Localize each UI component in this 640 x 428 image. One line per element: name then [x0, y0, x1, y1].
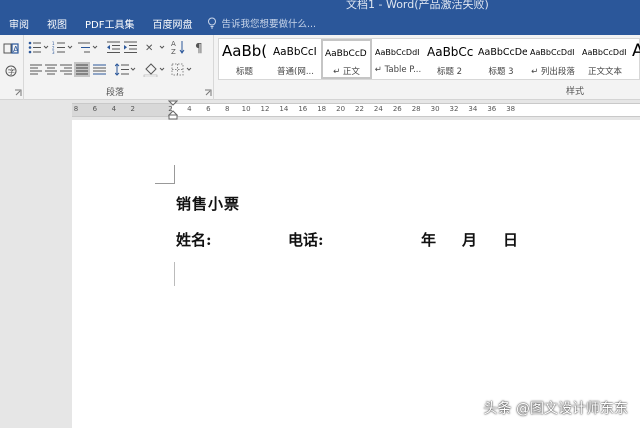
ruler-number: 24 — [373, 105, 383, 113]
align-center-icon[interactable] — [45, 64, 57, 75]
ruler-number: 32 — [449, 105, 459, 113]
ruler-number: 28 — [411, 105, 421, 113]
document-page[interactable] — [72, 120, 640, 428]
style-normal-web[interactable]: AaBbCcI 普通(网... — [270, 39, 321, 79]
distributed-icon[interactable] — [93, 64, 106, 75]
sort-icon[interactable]: A Z — [171, 39, 187, 55]
ruler-left-margin — [72, 104, 172, 116]
styles-gallery: AaBb( 标题 AaBbCcI 普通(网... AaBbCcD ↵ 正文 Aa… — [218, 38, 640, 80]
ruler-number: 20 — [336, 105, 346, 113]
paragraph-group: 1 2 3 ✕ A Z ¶ 段落 — [24, 35, 214, 100]
chinese-layout-icon[interactable]: ✕ — [145, 40, 167, 54]
svg-text:A: A — [13, 45, 19, 54]
horizontal-ruler[interactable]: 8 6 4 2 2 4 6 8 10 12 14 16 18 20 22 24 26 28 30 32 34 36 38 — [72, 103, 640, 117]
tell-me-box[interactable]: 告诉我您想要做什么... — [207, 16, 316, 30]
ruler-number: 34 — [468, 105, 478, 113]
dialog-launcher-icon[interactable] — [14, 89, 22, 97]
multilevel-list-icon[interactable] — [77, 41, 99, 54]
ribbon: A 字 1 2 3 ✕ A Z ¶ 段落 AaBb(标题 AaBbCcI 普通… — [0, 35, 640, 100]
ruler-number: 4 — [111, 105, 117, 113]
ruler-number: 6 — [206, 105, 211, 113]
style-heading-2[interactable]: AaBbCc 标题 2 — [424, 39, 475, 79]
style-title[interactable]: AaBb( 标题 — [219, 39, 270, 79]
ribbon-left-group: A 字 — [0, 35, 24, 100]
styles-group-label: 样式 — [566, 87, 585, 97]
ruler-number: 14 — [279, 105, 289, 113]
svg-text:字: 字 — [8, 67, 15, 76]
ruler-number: 30 — [430, 105, 440, 113]
ribbon-tabs: 审阅 视图 PDF工具集 百度网盘 告诉我您想要做什么... — [0, 14, 316, 32]
ruler-number: 18 — [317, 105, 327, 113]
style-list-paragraph[interactable]: AaBbCcDdI ↵ 列出段落 — [527, 39, 579, 79]
phonetic-guide-icon[interactable]: 字 — [3, 65, 19, 77]
style-table-paragraph[interactable]: AaBbCcDdI ↵ Table P... — [372, 39, 424, 79]
numbering-icon[interactable]: 1 2 3 — [52, 41, 74, 54]
ruler-number: 12 — [260, 105, 270, 113]
justify-icon[interactable] — [74, 62, 90, 77]
ruler-number: 22 — [355, 105, 364, 113]
tab-review[interactable]: 审阅 — [0, 16, 38, 31]
ruler-number: 38 — [506, 105, 516, 113]
ruler-number: 8 — [73, 105, 79, 113]
clear-format-icon[interactable]: A — [3, 43, 19, 55]
borders-icon[interactable] — [171, 63, 195, 76]
ruler-number: 2 — [130, 105, 135, 113]
show-marks-icon[interactable]: ¶ — [194, 39, 208, 55]
svg-text:✕: ✕ — [145, 43, 153, 54]
document-area — [0, 120, 640, 428]
crop-mark-top-h — [155, 183, 174, 184]
title-bar: 文档1 - Word(产品激活失败) 审阅 视图 PDF工具集 百度网盘 告诉我… — [0, 0, 640, 35]
doc-heading: 销售小票 — [176, 195, 241, 213]
paragraph-group-label: 段落 — [106, 88, 125, 98]
style-partial[interactable]: A — [631, 39, 640, 79]
ruler-number: 6 — [92, 105, 98, 113]
svg-text:¶: ¶ — [195, 41, 203, 55]
ruler-number: 8 — [224, 105, 230, 113]
indent-marker-icon[interactable] — [168, 100, 178, 120]
paragraph-dialog-launcher-icon[interactable] — [204, 89, 212, 97]
align-right-icon[interactable] — [60, 64, 72, 75]
tab-baidu-netdisk[interactable]: 百度网盘 — [143, 16, 201, 31]
crop-mark-top-v — [174, 165, 175, 184]
ruler-number: 26 — [392, 105, 402, 113]
ruler-number: 10 — [241, 105, 251, 113]
increase-indent-icon[interactable] — [123, 41, 138, 54]
tell-me-text: 告诉我您想要做什么... — [221, 19, 317, 30]
ruler-number: 36 — [487, 105, 497, 113]
phone-label: 电话: — [288, 231, 324, 249]
day-label: 日 — [503, 231, 519, 249]
name-label: 姓名: — [176, 231, 212, 249]
decrease-indent-icon[interactable] — [106, 41, 121, 54]
svg-text:Z: Z — [171, 48, 176, 55]
bullets-icon[interactable] — [28, 41, 50, 54]
tab-pdf-tools[interactable]: PDF工具集 — [76, 16, 143, 31]
style-body-text[interactable]: AaBbCcD ↵ 正文 — [321, 39, 372, 79]
ruler-number: 4 — [187, 105, 192, 113]
ruler-area: 8 6 4 2 2 4 6 8 10 12 14 16 18 20 22 24 26 28 30 32 34 36 38 — [0, 100, 640, 120]
watermark: 头条 @图文设计师东东 — [483, 401, 628, 417]
style-heading-3[interactable]: AaBbCcDe 标题 3 — [475, 39, 527, 79]
year-label: 年 — [421, 231, 437, 249]
tab-view[interactable]: 视图 — [38, 16, 76, 31]
svg-text:3: 3 — [52, 50, 55, 54]
month-label: 月 — [462, 231, 478, 249]
ruler-number: 16 — [298, 105, 308, 113]
crop-mark-bottom-v — [174, 262, 175, 286]
style-body-text-2[interactable]: AaBbCcDdI 正文文本 — [579, 39, 631, 79]
lightbulb-icon — [208, 17, 217, 29]
shading-icon[interactable] — [143, 62, 167, 77]
window-title: 文档1 - Word(产品激活失败) — [346, 0, 489, 11]
align-left-icon[interactable] — [30, 64, 42, 75]
line-spacing-icon[interactable] — [115, 63, 137, 76]
svg-text:A: A — [171, 40, 176, 48]
